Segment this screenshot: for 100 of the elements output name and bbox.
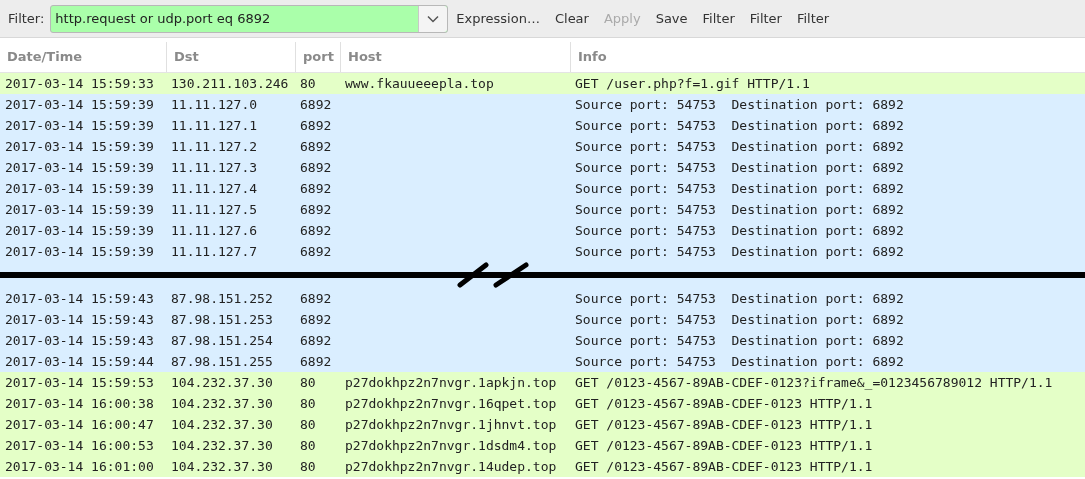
- table-cell: GET /0123-4567-89AB-CDEF-0123 HTTP/1.1: [575, 417, 873, 432]
- table-cell: 11.11.127.6: [171, 223, 258, 238]
- toolbar-button[interactable]: Filter: [789, 7, 837, 30]
- table-cell: 2017-03-14 15:59:44: [5, 354, 154, 369]
- packet-row[interactable]: 2017-03-14 15:59:43 87.98.151.252 6892 Source port: 54753 Destination port: 6892: [0, 288, 1085, 309]
- toolbar-button[interactable]: Expression…: [449, 7, 547, 30]
- table-cell: 80: [300, 417, 316, 432]
- table-cell: Source port: 54753 Destination port: 6892: [575, 118, 904, 133]
- table-cell: 6892: [300, 181, 332, 196]
- table-cell: 2017-03-14 15:59:39: [5, 118, 154, 133]
- table-cell: 80: [300, 375, 316, 390]
- table-cell: 6892: [300, 160, 332, 175]
- toolbar-button[interactable]: Filter: [742, 7, 789, 30]
- table-cell: 6892: [300, 139, 332, 154]
- table-cell: Source port: 54753 Destination port: 6892: [575, 354, 904, 369]
- dropdown-button[interactable]: [418, 5, 448, 32]
- table-cell: 2017-03-14 15:59:39: [5, 97, 154, 112]
- table-cell: 2017-03-14 16:00:47: [5, 417, 154, 432]
- table-cell: 87.98.151.252: [171, 291, 273, 306]
- packet-row[interactable]: 2017-03-14 15:59:39 11.11.127.2 6892 Source port: 54753 Destination port: 6892: [0, 136, 1085, 157]
- toolbar-button[interactable]: Save: [648, 7, 695, 30]
- table-cell: 6892: [300, 291, 332, 306]
- table-cell: GET /0123-4567-89AB-CDEF-0123 HTTP/1.1: [575, 396, 873, 411]
- table-cell: GET /0123-4567-89AB-CDEF-0123 HTTP/1.1: [575, 438, 873, 453]
- table-cell: 104.232.37.30: [171, 459, 273, 474]
- table-cell: 11.11.127.3: [171, 160, 258, 175]
- table-cell: GET /user.php?f=1.gif HTTP/1.1: [575, 76, 810, 91]
- filter-label: Filter:: [8, 11, 45, 26]
- table-cell: 2017-03-14 16:01:00: [5, 459, 154, 474]
- table-cell: 104.232.37.30: [171, 417, 273, 432]
- table-cell: GET /0123-4567-89AB-CDEF-0123 HTTP/1.1: [575, 459, 873, 474]
- table-cell: GET /0123-4567-89AB-CDEF-0123?iframe&_=0123456789012 HTTP/1.1: [575, 375, 1053, 390]
- table-cell: 2017-03-14 15:59:39: [5, 202, 154, 217]
- table-cell: Source port: 54753 Destination port: 6892: [575, 312, 904, 327]
- packet-row[interactable]: 2017-03-14 15:59:39 11.11.127.6 6892 Source port: 54753 Destination port: 6892: [0, 220, 1085, 241]
- packet-row[interactable]: 2017-03-14 15:59:39 11.11.127.0 6892 Source port: 54753 Destination port: 6892: [0, 94, 1085, 115]
- table-cell: 2017-03-14 15:59:43: [5, 333, 154, 348]
- table-cell: 6892: [300, 97, 332, 112]
- table-cell: 11.11.127.1: [171, 118, 258, 133]
- table-cell: 6892: [300, 118, 332, 133]
- table-cell: p27dokhpz2n7nvgr.1apkjn.top: [345, 375, 557, 390]
- table-cell: 80: [300, 438, 316, 453]
- packet-row[interactable]: 2017-03-14 15:59:43 87.98.151.254 6892 Source port: 54753 Destination port: 6892: [0, 330, 1085, 351]
- table-cell: 2017-03-14 15:59:39: [5, 244, 154, 259]
- table-cell: 2017-03-14 15:59:43: [5, 291, 154, 306]
- table-cell: Source port: 54753 Destination port: 6892: [575, 160, 904, 175]
- packet-row[interactable]: 2017-03-14 16:00:47 104.232.37.30 80 p27dokhpz2n7nvgr.1jhnvt.top GET /0123-4567-89AB-CDEF-0123 HTTP/1.1: [0, 414, 1085, 435]
- table-cell: 6892: [300, 354, 332, 369]
- table-cell: 11.11.127.7: [171, 244, 258, 259]
- packet-row[interactable]: 2017-03-14 15:59:53 104.232.37.30 80 p27dokhpz2n7nvgr.1apkjn.top GET /0123-4567-89AB-CDEF-0123?iframe&_=0123456789012 HTTP/1.1: [0, 372, 1085, 393]
- chevron-down-icon: [427, 14, 440, 23]
- table-cell: Source port: 54753 Destination port: 6892: [575, 333, 904, 348]
- table-cell: 11.11.127.5: [171, 202, 258, 217]
- table-cell: 2017-03-14 15:59:39: [5, 181, 154, 196]
- packet-row[interactable]: 2017-03-14 15:59:39 11.11.127.1 6892 Source port: 54753 Destination port: 6892: [0, 115, 1085, 136]
- table-cell: 2017-03-14 15:59:43: [5, 312, 154, 327]
- table-cell: 2017-03-14 16:00:53: [5, 438, 154, 453]
- table-cell: 87.98.151.255: [171, 354, 273, 369]
- table-cell: 2017-03-14 15:59:39: [5, 160, 154, 175]
- table-cell: 80: [300, 396, 316, 411]
- packet-row[interactable]: 2017-03-14 16:00:53 104.232.37.30 80 p27dokhpz2n7nvgr.1dsdm4.top GET /0123-4567-89AB-CDEF-0123 HTTP/1.1: [0, 435, 1085, 456]
- table-cell: 6892: [300, 312, 332, 327]
- table-cell: 130.211.103.246: [171, 76, 289, 91]
- table-cell: 2017-03-14 15:59:53: [5, 375, 154, 390]
- table-cell: 2017-03-14 16:00:38: [5, 396, 154, 411]
- table-cell: 11.11.127.0: [171, 97, 258, 112]
- table-cell: 6892: [300, 202, 332, 217]
- table-cell: 2017-03-14 15:59:33: [5, 76, 154, 91]
- table-cell: Source port: 54753 Destination port: 6892: [575, 97, 904, 112]
- packet-row[interactable]: 2017-03-14 15:59:44 87.98.151.255 6892 Source port: 54753 Destination port: 6892: [0, 351, 1085, 372]
- table-cell: Source port: 54753 Destination port: 6892: [575, 181, 904, 196]
- packet-row[interactable]: 2017-03-14 15:59:39 11.11.127.7 6892 Source port: 54753 Destination port: 6892: [0, 241, 1085, 262]
- toolbar-button[interactable]: Clear: [547, 7, 596, 30]
- packet-row[interactable]: 2017-03-14 16:01:00 104.232.37.30 80 p27dokhpz2n7nvgr.14udep.top GET /0123-4567-89AB-CDEF-0123 HTTP/1.1: [0, 456, 1085, 477]
- table-cell: p27dokhpz2n7nvgr.14udep.top: [345, 459, 557, 474]
- packet-row[interactable]: 2017-03-14 15:59:39 11.11.127.4 6892 Source port: 54753 Destination port: 6892: [0, 178, 1085, 199]
- table-cell: 80: [300, 459, 316, 474]
- table-cell: Source port: 54753 Destination port: 6892: [575, 139, 904, 154]
- table-cell: 11.11.127.4: [171, 181, 258, 196]
- table-cell: Source port: 54753 Destination port: 6892: [575, 244, 904, 259]
- table-cell: 80: [300, 76, 316, 91]
- table-cell: 2017-03-14 15:59:39: [5, 139, 154, 154]
- table-cell: www.fkauueeepla.top: [345, 76, 494, 91]
- table-cell: Source port: 54753 Destination port: 6892: [575, 291, 904, 306]
- toolbar-button[interactable]: Filter: [695, 7, 742, 30]
- packet-row[interactable]: 2017-03-14 15:59:39 11.11.127.3 6892 Source port: 54753 Destination port: 6892: [0, 157, 1085, 178]
- packet-row[interactable]: 2017-03-14 15:59:43 87.98.151.253 6892 Source port: 54753 Destination port: 6892: [0, 309, 1085, 330]
- table-cell: Source port: 54753 Destination port: 6892: [575, 202, 904, 217]
- table-cell: 6892: [300, 333, 332, 348]
- filter-field[interactable]: http.request or udp.port eq 6892: [50, 4, 449, 33]
- table-cell: 104.232.37.30: [171, 438, 273, 453]
- table-cell: 104.232.37.30: [171, 375, 273, 390]
- table-cell: p27dokhpz2n7nvgr.1jhnvt.top: [345, 417, 557, 432]
- packet-row[interactable]: 2017-03-14 15:59:33 130.211.103.246 80 www.fkauueeepla.top GET /user.php?f=1.gif HTTP/1.1: [0, 73, 1085, 94]
- table-cell: 11.11.127.2: [171, 139, 258, 154]
- table-cell: 2017-03-14 15:59:39: [5, 223, 154, 238]
- packet-row[interactable]: 2017-03-14 15:59:39 11.11.127.5 6892 Source port: 54753 Destination port: 6892: [0, 199, 1085, 220]
- table-cell: 104.232.37.30: [171, 396, 273, 411]
- packet-row[interactable]: 2017-03-14 16:00:38 104.232.37.30 80 p27dokhpz2n7nvgr.16qpet.top GET /0123-4567-89AB-CDEF-0123 HTTP/1.1: [0, 393, 1085, 414]
- table-cell: 6892: [300, 244, 332, 259]
